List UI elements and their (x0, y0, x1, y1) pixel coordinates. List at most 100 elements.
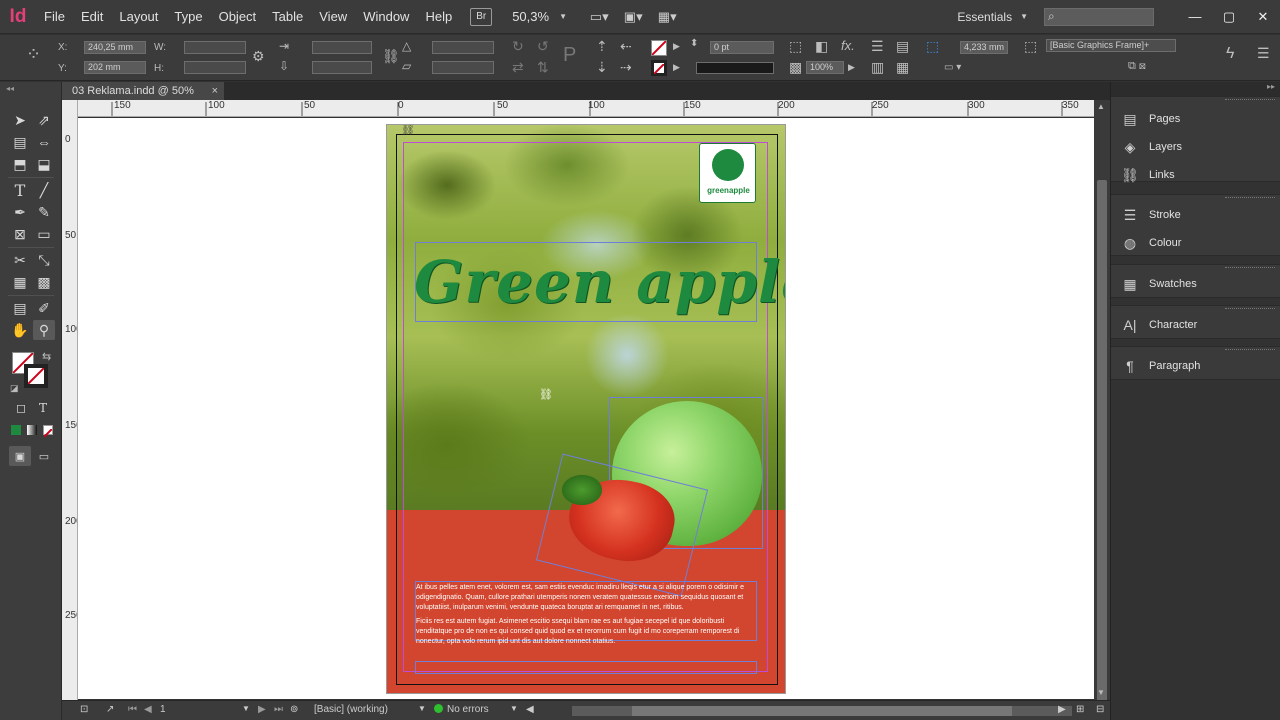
panel-stroke[interactable]: ☰ Stroke (1111, 201, 1280, 229)
horizontal-scrollbar[interactable] (572, 706, 1072, 716)
formatting-text-icon[interactable]: T (32, 398, 54, 418)
panel-colour[interactable]: ◍ Colour (1111, 229, 1280, 257)
scroll-up-icon[interactable]: ▲ (1097, 102, 1105, 111)
chevron-down-icon[interactable]: ▼ (242, 704, 250, 713)
zoom-level[interactable]: 50,3% ▼ (512, 9, 582, 24)
previous-page-icon[interactable]: ◀ (144, 704, 152, 715)
search-input[interactable]: ⌕ (1044, 7, 1154, 26)
note-tool-icon[interactable]: ▤ (9, 298, 31, 318)
view-mode-icon[interactable]: ⊡ (80, 704, 88, 715)
chevron-down-icon[interactable]: ▼ (418, 704, 426, 713)
document-page[interactable]: Green apple greenapple At ibus pelles at… (386, 124, 786, 694)
menu-edit[interactable]: Edit (73, 0, 111, 34)
effects-icon[interactable]: fx. (841, 38, 855, 53)
auto-fit-icon[interactable]: ⬚ (926, 38, 939, 55)
type-tool-icon[interactable]: T (9, 180, 31, 200)
footer-frame[interactable] (415, 661, 757, 674)
panel-pages[interactable]: ▤ Pages (1111, 105, 1280, 133)
swap-fill-stroke-icon[interactable]: ⇆ (42, 350, 51, 363)
fit-content-icon[interactable]: ◧ (815, 38, 828, 55)
bridge-button[interactable]: Br (470, 7, 493, 26)
panel-links[interactable]: ⛓ Links (1111, 161, 1280, 189)
select-content-icon[interactable]: ⇣ (596, 59, 608, 76)
chevron-down-icon[interactable]: ▼ (510, 704, 518, 713)
panel-dock-header[interactable]: ▸▸ (1111, 82, 1280, 96)
stroke-weight-field[interactable]: 0 pt (710, 41, 774, 54)
close-icon[interactable]: × (212, 82, 218, 100)
constrain-proportions-icon[interactable]: ⚙ (252, 48, 265, 65)
horizontal-ruler[interactable]: 150 100 50 0 50 100 150 200 250 300 350 (78, 100, 1094, 117)
flip-h-icon[interactable]: ⇄ (512, 59, 524, 76)
formatting-container-icon[interactable]: ◻ (10, 398, 32, 418)
collapse-icon[interactable]: ◂◂ (6, 84, 14, 93)
stroke-swatch[interactable] (651, 60, 667, 76)
open-page-icon[interactable]: ↗ (106, 704, 114, 715)
last-page-icon[interactable]: ⏭ (274, 704, 283, 715)
lightning-icon[interactable]: ϟ (1226, 45, 1234, 63)
rotate-cw-icon[interactable]: ↻ (512, 38, 524, 55)
logo[interactable]: greenapple (699, 143, 756, 203)
select-previous-icon[interactable]: ⇠ (620, 38, 632, 55)
free-transform-tool-icon[interactable]: ⤡ (33, 250, 55, 270)
normal-view-icon[interactable]: ▣ (9, 446, 31, 466)
menu-type[interactable]: Type (166, 0, 210, 34)
gradient-feather-tool-icon[interactable]: ▩ (33, 272, 55, 292)
opacity-menu-icon[interactable]: ▶ (848, 62, 855, 73)
hand-tool-icon[interactable]: ✋ (9, 320, 31, 340)
scroll-down-icon[interactable]: ▼ (1097, 688, 1105, 697)
text-wrap-jump-icon[interactable]: ▦ (896, 59, 909, 76)
menu-object[interactable]: Object (211, 0, 265, 34)
content-collector-icon[interactable]: ⬒ (9, 154, 31, 174)
pencil-tool-icon[interactable]: ✎ (33, 202, 55, 222)
page-number[interactable]: 1 (160, 704, 166, 715)
scale-y-field[interactable] (312, 61, 372, 74)
vertical-scrollbar[interactable]: ▲ ▼ (1094, 100, 1110, 720)
first-page-icon[interactable]: ⏮ (128, 704, 137, 715)
line-tool-icon[interactable]: ╱ (33, 180, 55, 200)
rotate-ccw-icon[interactable]: ↺ (537, 38, 549, 55)
scroll-left-icon[interactable]: ◀ (526, 704, 534, 715)
height-field[interactable] (184, 61, 246, 74)
stroke-type-select[interactable] (696, 62, 774, 74)
fill-menu-icon[interactable]: ▶ (673, 41, 680, 52)
body-text[interactable]: At ibus pelles atem enet, volorem est, s… (416, 583, 756, 651)
view-options-icon[interactable]: ▭▾ (582, 8, 616, 26)
scroll-thumb[interactable] (632, 706, 1012, 716)
stroke-menu-icon[interactable]: ▶ (673, 62, 680, 73)
x-field[interactable]: 240,25 mm (84, 41, 146, 54)
gap-tool-icon[interactable]: ⇔ (33, 132, 55, 152)
split-window-icon[interactable]: ⊟ (1096, 704, 1104, 715)
select-next-icon[interactable]: ⇢ (620, 59, 632, 76)
fit-value-field[interactable]: 4,233 mm (960, 41, 1008, 54)
select-container-icon[interactable]: ⇡ (596, 38, 608, 55)
page-tool-icon[interactable]: ▤ (9, 132, 31, 152)
clear-overrides-icon[interactable]: ⧉ ⊠ (1128, 60, 1146, 73)
link-badge-icon[interactable]: ⛓ (401, 125, 415, 136)
preflight-status[interactable]: No errors (434, 704, 489, 715)
arrange-documents-icon[interactable]: ▦▾ (650, 8, 684, 26)
scroll-thumb[interactable] (1097, 180, 1107, 720)
screen-mode-icon[interactable]: ▣▾ (616, 8, 650, 26)
vertical-ruler[interactable]: 0 50 100 150 200 250 (62, 100, 78, 700)
selection-tool-icon[interactable]: ➤ (9, 110, 31, 130)
eyedropper-tool-icon[interactable]: ✐ (33, 298, 55, 318)
stroke-weight-stepper-icon[interactable]: ⬍ (690, 38, 698, 49)
scale-x-field[interactable] (312, 41, 372, 54)
menu-help[interactable]: Help (417, 0, 460, 34)
rectangle-tool-icon[interactable]: ▭ (33, 224, 55, 244)
rectangle-frame-tool-icon[interactable]: ⊠ (9, 224, 31, 244)
panel-grip[interactable] (1225, 99, 1275, 102)
reference-point-icon[interactable]: ⁘ (26, 44, 41, 65)
fill-swatch[interactable] (651, 40, 667, 56)
rotate-field[interactable] (432, 41, 494, 54)
flip-v-icon[interactable]: ⇅ (537, 59, 549, 76)
frame-fitting-icon[interactable]: ⬚ (789, 38, 802, 55)
menu-window[interactable]: Window (355, 0, 417, 34)
scissors-tool-icon[interactable]: ✂ (9, 250, 31, 270)
apply-gradient-icon[interactable] (27, 425, 37, 435)
shear-field[interactable] (432, 61, 494, 74)
panel-swatches[interactable]: ▦ Swatches (1111, 270, 1280, 298)
stroke-icon[interactable] (24, 364, 48, 388)
panel-layers[interactable]: ◈ Layers (1111, 133, 1280, 161)
next-page-icon[interactable]: ▶ (258, 704, 266, 715)
